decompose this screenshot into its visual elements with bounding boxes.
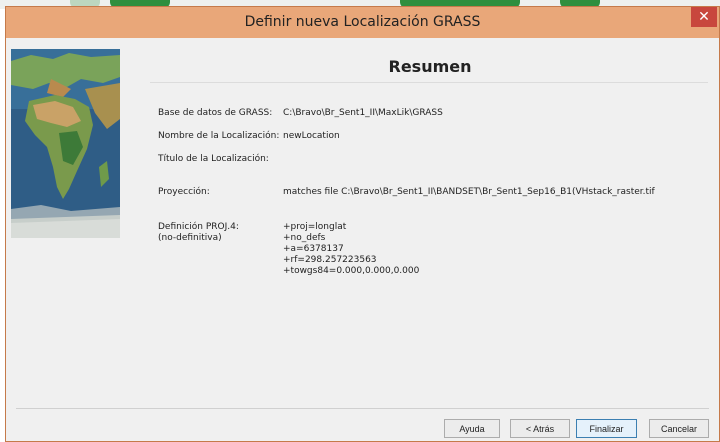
- cancel-button[interactable]: Cancelar: [649, 419, 709, 438]
- location-name-value: newLocation: [283, 131, 340, 141]
- proj4-sublabel: (no-definitiva): [158, 233, 222, 243]
- window-title: Definir nueva Localización GRASS: [244, 14, 481, 30]
- proj4-line: +proj=longlat: [283, 222, 347, 232]
- location-title-label: Título de la Localización:: [158, 154, 269, 164]
- page-heading: Resumen: [388, 57, 472, 76]
- proj4-line: +rf=298.257223563: [283, 255, 377, 265]
- database-label: Base de datos de GRASS:: [158, 108, 273, 118]
- back-button[interactable]: < Atrás: [510, 419, 570, 438]
- proj4-line: +no_defs: [283, 233, 326, 243]
- world-map-image: [11, 49, 120, 238]
- proj4-line: +towgs84=0.000,0.000,0.000: [283, 266, 420, 276]
- footer-divider: [16, 408, 709, 409]
- dialog-window: Definir nueva Localización GRASS ✕ Resum…: [5, 6, 720, 442]
- close-button[interactable]: ✕: [691, 7, 717, 27]
- title-bar: Definir nueva Localización GRASS ✕: [6, 7, 719, 38]
- database-value: C:\Bravo\Br_Sent1_II\MaxLik\GRASS: [283, 108, 443, 118]
- finish-button[interactable]: Finalizar: [576, 419, 637, 438]
- help-button[interactable]: Ayuda: [444, 419, 500, 438]
- projection-value: matches file C:\Bravo\Br_Sent1_II\BANDSE…: [283, 187, 655, 197]
- proj4-label: Definición PROJ.4:: [158, 222, 239, 232]
- projection-label: Proyección:: [158, 187, 210, 197]
- close-icon: ✕: [698, 9, 710, 25]
- proj4-definition: +proj=longlat +no_defs +a=6378137 +rf=29…: [283, 222, 419, 277]
- location-name-label: Nombre de la Localización:: [158, 131, 280, 141]
- proj4-line: +a=6378137: [283, 244, 344, 254]
- heading-divider: [150, 82, 708, 83]
